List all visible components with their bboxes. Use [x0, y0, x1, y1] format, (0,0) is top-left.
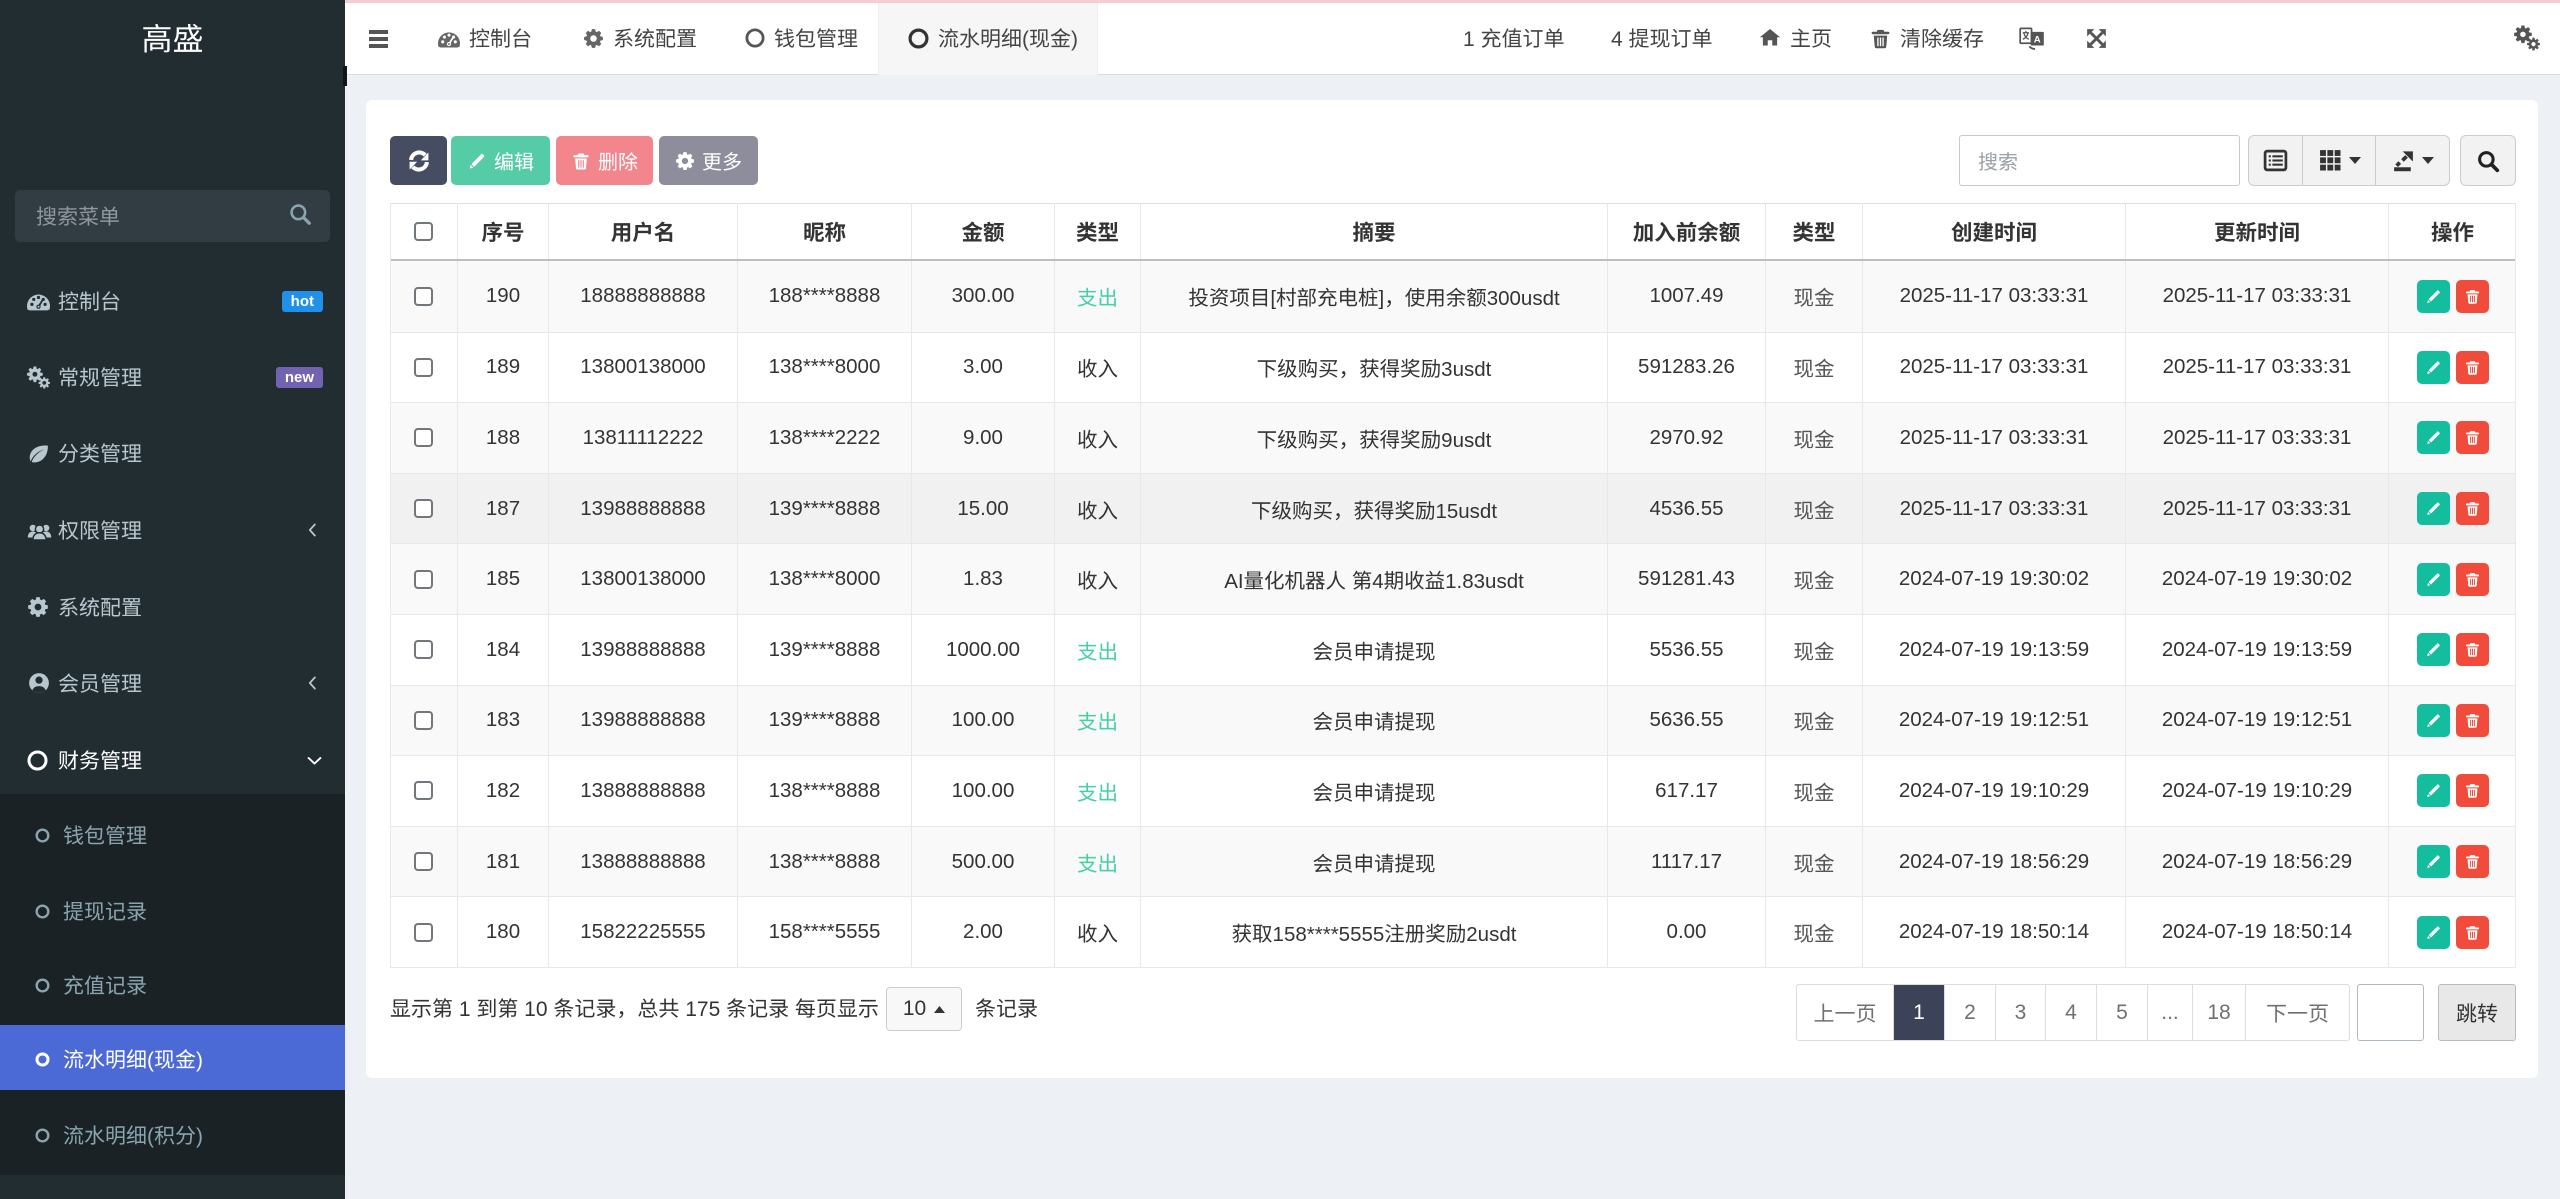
svg-text:A: A [2034, 34, 2041, 45]
